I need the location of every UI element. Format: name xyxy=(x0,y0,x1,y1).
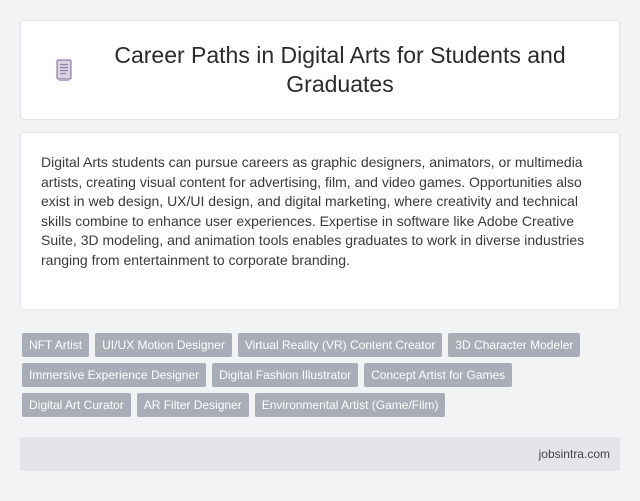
title-card: Career Paths in Digital Arts for Student… xyxy=(20,20,620,120)
footer-source-link[interactable]: jobsintra.com xyxy=(539,447,610,461)
document-icon xyxy=(56,59,72,81)
tag-ui-ux-motion-designer[interactable]: UI/UX Motion Designer xyxy=(95,333,232,357)
tag-immersive-experience-designer[interactable]: Immersive Experience Designer xyxy=(22,363,207,387)
tag-list: NFT Artist UI/UX Motion Designer Virtual… xyxy=(20,333,620,417)
footer-bar: jobsintra.com xyxy=(20,437,620,471)
page-title: Career Paths in Digital Arts for Student… xyxy=(114,42,566,97)
tag-ar-filter-designer[interactable]: AR Filter Designer xyxy=(136,393,249,417)
description-text: Digital Arts students can pursue careers… xyxy=(41,154,585,268)
description-card: Digital Arts students can pursue careers… xyxy=(20,132,620,310)
page: Career Paths in Digital Arts for Student… xyxy=(0,0,640,501)
tag-3d-character-modeler[interactable]: 3D Character Modeler xyxy=(448,333,581,357)
tag-digital-fashion-illustrator[interactable]: Digital Fashion Illustrator xyxy=(212,363,359,387)
title-wrap: Career Paths in Digital Arts for Student… xyxy=(51,41,589,99)
tag-nft-artist[interactable]: NFT Artist xyxy=(22,333,90,357)
tag-digital-art-curator[interactable]: Digital Art Curator xyxy=(22,393,131,417)
tag-vr-content-creator[interactable]: Virtual Reality (VR) Content Creator xyxy=(237,333,443,357)
tag-concept-artist-for-games[interactable]: Concept Artist for Games xyxy=(364,363,513,387)
tag-environmental-artist[interactable]: Environmental Artist (Game/Film) xyxy=(254,393,446,417)
